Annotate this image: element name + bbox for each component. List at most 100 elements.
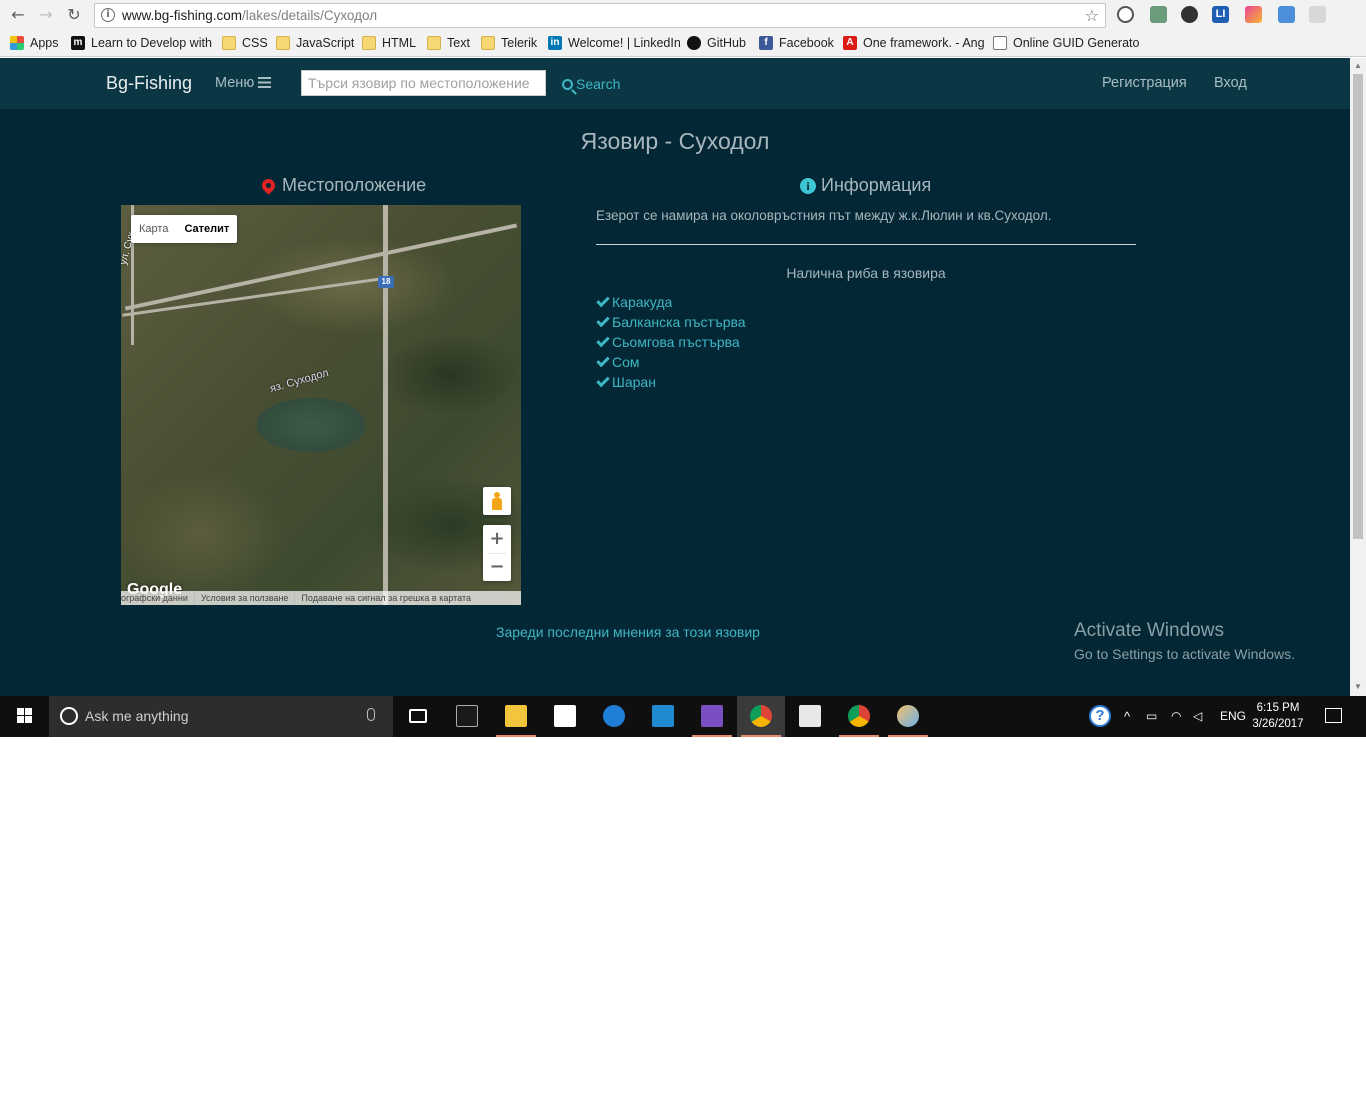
bookmark-facebook[interactable]: f Facebook: [759, 35, 834, 51]
zoom-in-button[interactable]: +: [483, 525, 511, 553]
microphone-icon[interactable]: [367, 708, 375, 721]
running-indicator: [888, 735, 928, 737]
bookmark-label: HTML: [382, 36, 417, 50]
map-type-map-button[interactable]: Карта: [131, 215, 176, 243]
location-heading: Местоположение: [259, 175, 426, 196]
bookmark-label: JavaScript: [296, 36, 355, 50]
wifi-icon[interactable]: ◠: [1171, 696, 1181, 737]
taskbar-snipping[interactable]: [786, 696, 834, 737]
taskbar-vscode[interactable]: [639, 696, 687, 737]
fish-name: Сьомгова пъстърва: [612, 334, 740, 350]
check-icon: [596, 313, 610, 327]
map-type-control: Карта Сателит: [131, 215, 238, 243]
start-button[interactable]: [0, 696, 48, 737]
bookmark-angular[interactable]: A One framework. - Ang: [843, 35, 985, 51]
back-icon[interactable]: ←: [8, 5, 28, 25]
bookmark-learn[interactable]: m Learn to Develop with: [71, 35, 212, 51]
fish-name: Каракуда: [612, 294, 673, 310]
volume-icon[interactable]: ◁: [1193, 696, 1202, 737]
paint-icon: [897, 705, 919, 727]
taskbar-visual-studio[interactable]: [688, 696, 736, 737]
show-hidden-icons-chevron-icon[interactable]: ^: [1124, 696, 1130, 737]
address-bar[interactable]: i www.bg-fishing.com/lakes/details/Суход…: [94, 3, 1106, 28]
terms-link[interactable]: Условия за ползване: [193, 591, 295, 605]
fish-item[interactable]: Сом: [596, 352, 746, 372]
bookmark-guid[interactable]: Online GUID Generato: [993, 35, 1139, 51]
system-clock[interactable]: 6:15 PM 3/26/2017: [1248, 700, 1308, 732]
taskbar-chrome-2[interactable]: [835, 696, 883, 737]
extension-triangle-icon[interactable]: [1309, 6, 1326, 23]
folder-icon: [222, 36, 236, 50]
report-error-link[interactable]: Подаване на сигнал за грешка в картата: [294, 591, 477, 605]
taskbar-explorer[interactable]: [492, 696, 540, 737]
taskbar-cmd[interactable]: [443, 696, 491, 737]
extension-x-icon[interactable]: [1278, 6, 1295, 23]
brand-link[interactable]: Bg-Fishing: [106, 73, 192, 94]
forward-icon[interactable]: →: [36, 5, 56, 25]
bookmark-apps[interactable]: Apps: [10, 35, 59, 51]
bookmark-html[interactable]: HTML: [362, 35, 416, 51]
folder-icon: [427, 36, 441, 50]
info-heading: i Информация: [800, 175, 931, 196]
reload-icon[interactable]: ↻: [64, 5, 84, 25]
fish-item[interactable]: Сьомгова пъстърва: [596, 332, 746, 352]
fish-name: Сом: [612, 354, 640, 370]
extension-color-icon[interactable]: [1245, 6, 1262, 23]
taskbar-store[interactable]: [541, 696, 589, 737]
extension-sync-icon[interactable]: [1117, 6, 1134, 23]
street-view-pegman-icon[interactable]: [483, 487, 511, 515]
map-type-satellite-button[interactable]: Сателит: [176, 215, 237, 243]
bookmark-label: Facebook: [779, 36, 834, 50]
windows-logo-icon: [17, 716, 24, 723]
bookmark-label: Apps: [30, 36, 59, 50]
cortana-search[interactable]: Ask me anything: [49, 696, 393, 737]
action-center-icon[interactable]: [1325, 708, 1342, 723]
bookmark-github[interactable]: GitHub: [687, 35, 746, 51]
taskbar-chrome-active[interactable]: [737, 696, 785, 737]
search-button[interactable]: Search: [562, 76, 620, 92]
browser-toolbar: ← → ↻ i www.bg-fishing.com/lakes/details…: [0, 0, 1366, 30]
url-path: /lakes/details/Суходол: [242, 8, 378, 23]
fish-name: Балканска пъстърва: [612, 314, 746, 330]
bookmark-javascript[interactable]: JavaScript: [276, 35, 354, 51]
page-title: Язовир - Суходол: [580, 128, 770, 154]
register-link[interactable]: Регистрация: [1102, 75, 1187, 91]
extension-li-icon[interactable]: LI: [1212, 6, 1229, 23]
fish-item[interactable]: Шаран: [596, 372, 746, 392]
fish-item[interactable]: Каракуда: [596, 292, 746, 312]
menu-dropdown[interactable]: Меню: [215, 75, 272, 91]
load-comments-link[interactable]: Зареди последни мнения за този язовир: [0, 624, 1256, 640]
taskbar-paint[interactable]: [884, 696, 932, 737]
extension-eyedropper-icon[interactable]: [1150, 6, 1167, 23]
map-data-link[interactable]: ографски данни: [121, 591, 194, 605]
clock-date: 3/26/2017: [1252, 718, 1304, 730]
scroll-down-icon[interactable]: ▼: [1354, 682, 1362, 691]
scroll-up-icon[interactable]: ▲: [1354, 61, 1362, 70]
help-icon[interactable]: ?: [1089, 705, 1111, 727]
login-link[interactable]: Вход: [1214, 75, 1247, 91]
site-info-icon[interactable]: i: [101, 8, 115, 22]
lake-description: Езерот се намира на околовръстния път ме…: [596, 208, 1052, 223]
bookmark-text[interactable]: Text: [427, 35, 470, 51]
lake-search-input[interactable]: [301, 70, 546, 96]
page-scrollbar[interactable]: ▲ ▼: [1350, 58, 1366, 696]
extension-gear-icon[interactable]: [1181, 6, 1198, 23]
taskbar-edge[interactable]: [590, 696, 638, 737]
map-attribution: ографски данни Условия за ползване Подав…: [121, 591, 521, 605]
bookmark-css[interactable]: CSS: [222, 35, 268, 51]
scroll-thumb[interactable]: [1353, 74, 1363, 539]
battery-icon[interactable]: ▭: [1146, 696, 1157, 737]
bookmark-linkedin[interactable]: in Welcome! | LinkedIn: [548, 35, 681, 51]
language-indicator[interactable]: ENG: [1220, 696, 1246, 737]
folder-icon: [505, 705, 527, 727]
route-shield: 18: [378, 276, 394, 288]
map-road: [383, 205, 388, 605]
bookmark-telerik[interactable]: Telerik: [481, 35, 537, 51]
fish-item[interactable]: Балканска пъстърва: [596, 312, 746, 332]
task-view-button[interactable]: [394, 696, 442, 737]
bookmark-star-icon[interactable]: ☆: [1085, 6, 1099, 25]
windows-logo-icon: [25, 708, 32, 715]
zoom-divider: [488, 553, 506, 554]
zoom-out-button[interactable]: −: [483, 553, 511, 581]
google-map[interactable]: ул. Сух 18 яз. Суходол Карта Сателит + −…: [121, 205, 521, 605]
